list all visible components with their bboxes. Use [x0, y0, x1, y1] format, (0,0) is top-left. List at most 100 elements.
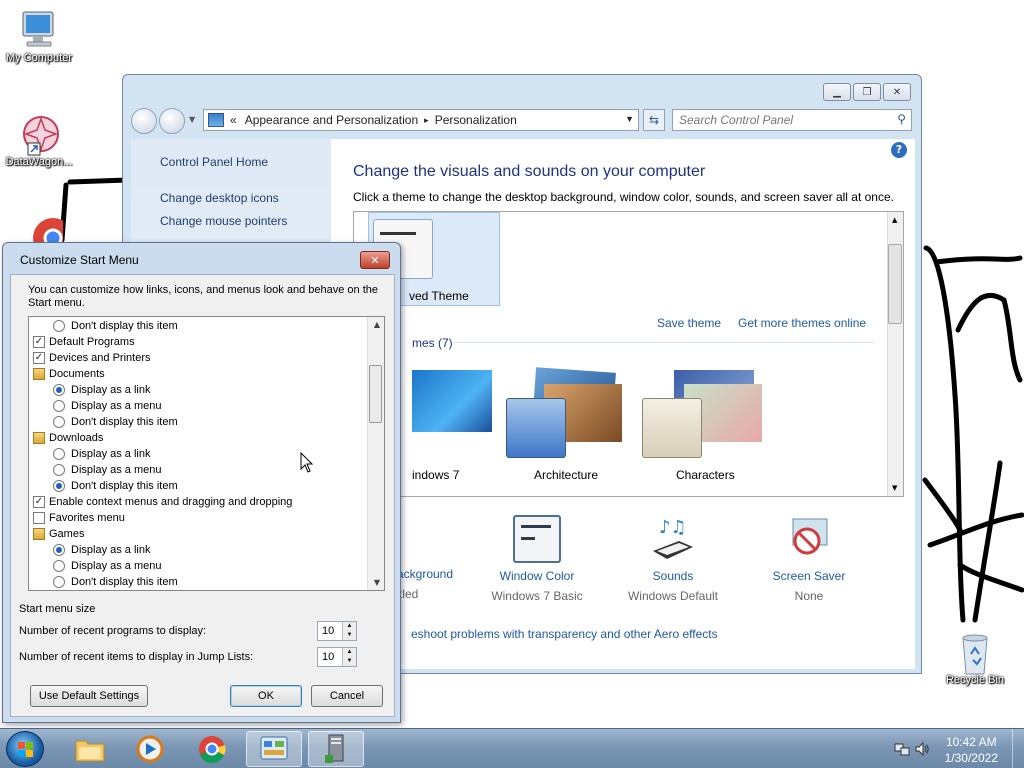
- radio-icon[interactable]: [53, 544, 65, 556]
- option-radio[interactable]: Display as a link: [53, 382, 150, 398]
- recent-pages-dropdown-icon[interactable]: ▼: [189, 115, 195, 124]
- address-bar[interactable]: « Appearance and Personalization ▸ Perso…: [203, 109, 639, 131]
- option-checkbox[interactable]: ✓ Default Programs: [33, 334, 135, 350]
- option-checkbox[interactable]: ✓ Devices and Printers: [33, 350, 151, 366]
- taskbar-server-manager[interactable]: [308, 731, 364, 767]
- radio-icon[interactable]: [53, 384, 65, 396]
- radio-icon[interactable]: [53, 416, 65, 428]
- start-menu-options-list[interactable]: Don't display this item ✓ Default Programs…: [28, 316, 385, 591]
- start-button[interactable]: [6, 731, 44, 767]
- scroll-up-icon[interactable]: ▲: [892, 216, 897, 224]
- dialog-close-button[interactable]: ✕: [360, 251, 390, 269]
- link-change-desktop-icons[interactable]: Change desktop icons: [160, 191, 279, 205]
- options-scroll-thumb[interactable]: [369, 365, 382, 423]
- spin-up-icon[interactable]: ▲: [342, 622, 356, 631]
- recent-programs-stepper[interactable]: 10 ▲ ▼: [317, 621, 357, 641]
- taskbar-media-player[interactable]: [122, 731, 178, 767]
- forward-button[interactable]: [159, 108, 185, 134]
- media-player-icon: [136, 735, 164, 763]
- breadcrumb-prefix[interactable]: «: [230, 113, 237, 127]
- scroll-up-icon[interactable]: ▲: [374, 320, 380, 329]
- radio-icon[interactable]: [53, 464, 65, 476]
- options-scrollbar[interactable]: ▲ ▼: [367, 317, 384, 590]
- checkbox-icon[interactable]: [33, 512, 45, 524]
- sounds-item[interactable]: ♪♫ Sounds Windows Default: [613, 515, 733, 603]
- clock-time: 10:42 AM: [945, 735, 997, 749]
- help-icon[interactable]: ?: [891, 142, 907, 158]
- option-radio[interactable]: Display as a menu: [53, 558, 162, 574]
- radio-icon[interactable]: [53, 448, 65, 460]
- search-input[interactable]: Search Control Panel ⚲: [672, 109, 912, 131]
- option-radio[interactable]: Don't display this item: [53, 478, 178, 494]
- radio-icon[interactable]: [53, 320, 65, 332]
- screen-saver-icon: [785, 515, 833, 563]
- scroll-down-icon[interactable]: ▼: [374, 578, 380, 587]
- screen-saver-item[interactable]: Screen Saver None: [749, 515, 869, 603]
- theme-characters[interactable]: [640, 370, 764, 460]
- desktop-icon-my-computer[interactable]: My Computer: [0, 8, 78, 64]
- link-control-panel-home[interactable]: Control Panel Home: [160, 155, 268, 169]
- theme-list-scroll-thumb[interactable]: [888, 244, 902, 324]
- theme-windows7[interactable]: [412, 370, 492, 432]
- use-default-settings-button[interactable]: Use Default Settings: [30, 685, 148, 707]
- checkbox-icon[interactable]: ✓: [33, 336, 45, 348]
- checkbox-icon[interactable]: ✓: [33, 496, 45, 508]
- option-radio[interactable]: Don't display this item: [53, 414, 178, 430]
- address-dropdown-icon[interactable]: ▼: [625, 114, 634, 124]
- link-change-mouse-pointers[interactable]: Change mouse pointers: [160, 214, 287, 228]
- option-radio[interactable]: Don't display this item: [53, 318, 178, 334]
- taskbar-explorer[interactable]: [62, 731, 118, 767]
- option-checkbox[interactable]: Favorites menu: [33, 510, 125, 526]
- get-more-themes-link[interactable]: Get more themes online: [738, 316, 866, 330]
- option-checkbox[interactable]: ✓ Enable context menus and dragging and d…: [33, 494, 292, 510]
- spin-down-icon[interactable]: ▼: [342, 631, 356, 640]
- breadcrumb-appearance[interactable]: Appearance and Personalization: [245, 113, 418, 127]
- minimize-button[interactable]: ▁: [823, 83, 851, 101]
- back-button[interactable]: [131, 108, 157, 134]
- radio-icon[interactable]: [53, 576, 65, 588]
- taskbar-chrome[interactable]: [184, 731, 240, 767]
- theme-architecture[interactable]: [504, 367, 628, 460]
- window-color-item[interactable]: Window Color Windows 7 Basic: [477, 515, 597, 603]
- spin-down-icon[interactable]: ▼: [342, 657, 356, 666]
- save-theme-link[interactable]: Save theme: [657, 316, 721, 330]
- option-group-heading: Documents: [33, 366, 105, 382]
- radio-icon[interactable]: [53, 560, 65, 572]
- maximize-button[interactable]: ❐: [853, 83, 881, 101]
- option-radio[interactable]: Don't display this item: [53, 574, 178, 590]
- show-desktop-button[interactable]: [1012, 729, 1024, 768]
- option-radio[interactable]: Display as a menu: [53, 398, 162, 414]
- search-placeholder: Search Control Panel: [679, 113, 794, 127]
- option-radio[interactable]: Display as a link: [53, 542, 150, 558]
- ok-button[interactable]: OK: [230, 685, 302, 707]
- option-label: Games: [49, 528, 85, 540]
- search-icon[interactable]: ⚲: [897, 112, 906, 126]
- option-radio[interactable]: Display as a link: [53, 446, 150, 462]
- taskbar-control-panel[interactable]: [246, 731, 302, 767]
- cancel-button[interactable]: Cancel: [311, 685, 383, 707]
- control-panel-icon: [260, 736, 288, 760]
- breadcrumb-separator[interactable]: ▸: [424, 115, 429, 126]
- radio-icon[interactable]: [53, 400, 65, 412]
- radio-icon[interactable]: [53, 480, 65, 492]
- theme-list-scrollbar[interactable]: ▲ ▼: [887, 212, 903, 496]
- page-title: Change the visuals and sounds on your co…: [353, 163, 706, 180]
- close-button[interactable]: ✕: [883, 83, 911, 101]
- option-label: Favorites menu: [49, 512, 125, 524]
- breadcrumb-personalization[interactable]: Personalization: [435, 113, 517, 127]
- spin-up-icon[interactable]: ▲: [342, 648, 356, 657]
- desktop-icon-datawagon[interactable]: DataWagon...: [0, 112, 78, 168]
- network-icon[interactable]: [894, 741, 910, 757]
- desktop-icon-recycle-bin[interactable]: Recycle Bin: [936, 630, 1014, 686]
- volume-icon[interactable]: [914, 741, 930, 757]
- folder-icon: [33, 368, 45, 380]
- close-icon: ✕: [370, 253, 380, 267]
- checkbox-icon[interactable]: ✓: [33, 352, 45, 364]
- option-label: Default Programs: [49, 336, 135, 348]
- refresh-button[interactable]: ⇆: [643, 109, 665, 131]
- clock[interactable]: 10:42 AM 1/30/2022: [945, 734, 998, 766]
- recent-items-stepper[interactable]: 10 ▲ ▼: [317, 647, 357, 667]
- scroll-down-icon[interactable]: ▼: [892, 484, 897, 492]
- option-radio[interactable]: Display as a menu: [53, 462, 162, 478]
- troubleshoot-link[interactable]: eshoot problems with transparency and ot…: [411, 627, 718, 641]
